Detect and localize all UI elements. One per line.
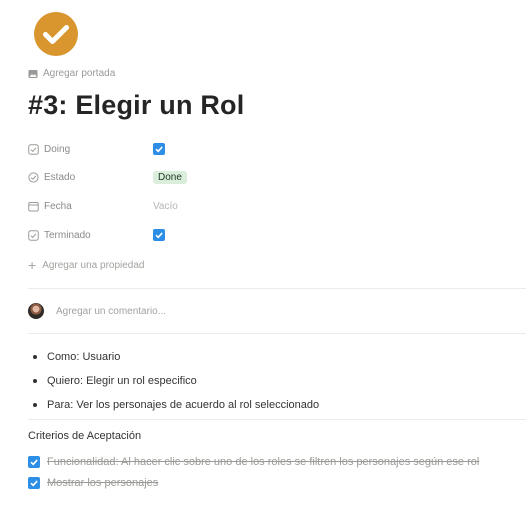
bullet-list: Como: Usuario Quiero: Elegir un rol espe… [28,345,319,417]
plus-icon: + [28,257,37,273]
page-icon-checkmark[interactable] [33,11,79,57]
page-title[interactable]: #3: Elegir un Rol [28,90,244,121]
list-item-text: Quiero: Elegir un rol especifico [47,375,197,387]
comment-input[interactable]: Agregar un comentario... [28,303,166,319]
property-name[interactable]: Doing [28,144,153,155]
checkmark-circle-icon [34,12,78,56]
property-name[interactable]: Terminado [28,230,153,241]
property-label: Fecha [44,200,72,212]
property-row-estado: Estado Done [28,167,187,187]
property-name[interactable]: Fecha [28,201,153,212]
checkbox-icon [28,143,39,155]
status-tag[interactable]: Done [153,170,187,184]
calendar-icon [28,201,39,212]
bullet-icon [33,355,37,359]
todo-item: Mostrar los personajes [28,477,158,489]
comment-placeholder: Agregar un comentario... [56,305,167,317]
add-property-button[interactable]: + Agregar una propiedad [28,258,145,272]
todo-text[interactable]: Funcionalidad: Al hacer clic sobre uno d… [47,456,479,468]
avatar [28,303,44,319]
doing-checkbox[interactable] [153,143,165,155]
checkbox-icon [28,229,39,241]
divider [28,419,526,420]
property-row-doing: Doing [28,139,165,159]
property-label: Doing [44,143,71,155]
status-icon [28,171,39,183]
todo-checkbox[interactable] [28,456,40,468]
todo-checkbox[interactable] [28,477,40,489]
property-name[interactable]: Estado [28,172,153,183]
criteria-title[interactable]: Criterios de Aceptación [28,430,141,442]
list-item-text: Como: Usuario [47,351,121,363]
add-cover-label: Agregar portada [43,68,116,79]
property-row-terminado: Terminado [28,225,165,245]
property-row-fecha: Fecha Vacío [28,196,178,216]
todo-text[interactable]: Mostrar los personajes [47,477,158,489]
list-item[interactable]: Para: Ver los personajes de acuerdo al r… [28,393,319,417]
list-item[interactable]: Como: Usuario [28,345,319,369]
date-empty-value[interactable]: Vacío [153,201,178,212]
terminado-checkbox[interactable] [153,229,165,241]
add-cover-button[interactable]: Agregar portada [28,68,115,79]
divider [28,288,526,289]
bullet-icon [33,403,37,407]
image-icon [28,69,38,79]
add-property-label: Agregar una propiedad [42,259,145,271]
list-item[interactable]: Quiero: Elegir un rol especifico [28,369,319,393]
property-label: Estado [44,171,76,183]
divider [28,333,526,334]
property-label: Terminado [44,229,91,241]
bullet-icon [33,379,37,383]
list-item-text: Para: Ver los personajes de acuerdo al r… [47,399,320,411]
todo-item: Funcionalidad: Al hacer clic sobre uno d… [28,456,479,468]
